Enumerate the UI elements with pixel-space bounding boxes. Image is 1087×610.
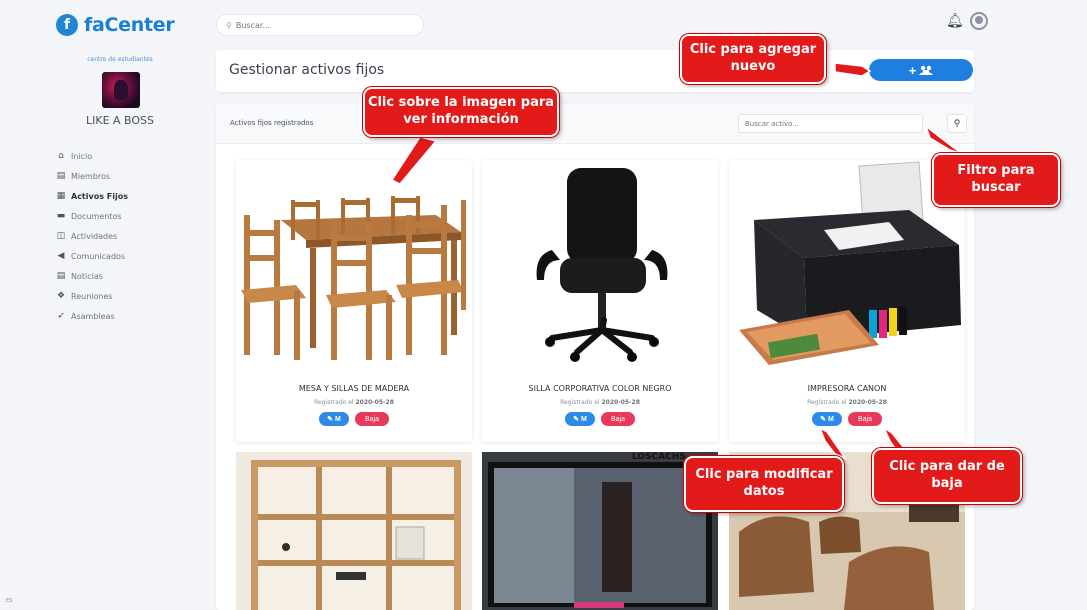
callout-image: Clic sobre la imagen para ver informació… (363, 87, 559, 137)
org-name: LIKE A BOSS (85, 114, 155, 127)
brand-logo[interactable]: f faCenter (56, 14, 175, 36)
home-icon: ⌂ (58, 151, 64, 161)
sidebar: f faCenter centro de estudiantes LIKE A … (40, 0, 200, 610)
filter-search-button[interactable]: ⚲ (947, 114, 967, 133)
sidebar-item-label: Miembros (71, 171, 111, 181)
callout-filter: Filtro para buscar (932, 153, 1060, 207)
activities-icon: ◫ (56, 231, 66, 241)
sidebar-item-comunicados[interactable]: ◀ Comunicados (56, 246, 128, 266)
user-avatar-icon[interactable] (969, 12, 988, 30)
sidebar-nav: ⌂ Inicio ▤ Miembros ▦ Activos Fijos ▬ Docume… (56, 146, 128, 326)
asset-card: MESA Y SILLAS DE MADERA Registrado el 20… (236, 160, 472, 442)
sidebar-item-label: Inicio (71, 151, 93, 161)
sidebar-item-inicio[interactable]: ⌂ Inicio (56, 146, 128, 166)
search-icon: ⚲ (226, 20, 232, 30)
edit-asset-button[interactable]: ✎ M (319, 412, 349, 426)
page-header: Gestionar activos fijos (216, 50, 974, 92)
asset-name: IMPRESORA CANON (807, 384, 887, 393)
org-avatar[interactable] (102, 72, 140, 108)
announcements-icon: ◀ (57, 251, 65, 261)
asset-date: Registrado el 2020-05-28 (314, 399, 394, 406)
global-search-input[interactable] (235, 20, 406, 30)
members-icon: ▤ (56, 171, 66, 181)
sidebar-item-asambleas[interactable]: ➶ Asambleas (56, 306, 128, 326)
assemblies-icon: ➶ (57, 311, 65, 321)
assets-panel-header: Activos fijos registrados ⚲ (216, 104, 974, 144)
meetings-icon: ❖ (56, 291, 66, 301)
asset-card: IMPRESORA CANON Registrado el 2020-05-28… (729, 160, 965, 442)
corner-text: ES (6, 598, 13, 604)
sidebar-item-miembros[interactable]: ▤ Miembros (56, 166, 128, 186)
sidebar-item-noticias[interactable]: ▤ Noticias (56, 266, 128, 286)
assets-panel-title: Activos fijos registrados (230, 119, 314, 127)
documents-icon: ▬ (56, 211, 66, 221)
asset-filter-input[interactable] (738, 114, 923, 133)
news-icon: ▤ (56, 271, 66, 281)
org-subtitle: centro de estudiantes (87, 56, 153, 63)
app-window: f faCenter centro de estudiantes LIKE A … (0, 0, 1087, 610)
asset-image-tv[interactable]: LOSCACHS (482, 452, 718, 610)
delete-asset-button[interactable]: Baja (848, 412, 882, 426)
photo-text: LOSCACHS (632, 452, 686, 462)
edit-icon: ✎ (820, 416, 827, 423)
asset-date: Registrado el 2020-05-28 (807, 399, 887, 406)
add-asset-button[interactable]: + (869, 59, 973, 81)
callout-edit: Clic para modificar datos (684, 456, 844, 512)
sidebar-item-label: Documentos (71, 211, 122, 221)
edit-asset-button[interactable]: ✎ M (565, 412, 595, 426)
asset-actions: ✎ M Baja (729, 412, 965, 426)
page-title: Gestionar activos fijos (229, 62, 385, 78)
callout-add: Clic para agregar nuevo (680, 34, 826, 84)
sidebar-item-label: Actividades (71, 231, 118, 241)
asset-date: Registrado el 2020-05-28 (560, 399, 640, 406)
sidebar-item-label: Activos Fijos (71, 191, 128, 201)
asset-actions: ✎ M Baja (236, 412, 472, 426)
facebook-logo-icon: f (56, 14, 78, 36)
asset-card: SILLA CORPORATIVA COLOR NEGRO Registrado… (482, 160, 718, 442)
users-icon (919, 65, 934, 75)
search-icon: ⚲ (953, 118, 961, 128)
sidebar-item-label: Comunicados (71, 251, 126, 261)
add-label: + (908, 62, 917, 78)
asset-image-office-chair[interactable] (482, 160, 718, 375)
asset-image-printer[interactable] (729, 160, 965, 375)
sidebar-item-actividades[interactable]: ◫ Actividades (56, 226, 128, 246)
asset-image-table-chairs[interactable] (236, 160, 472, 375)
top-icons: 🔔︎ (946, 12, 988, 30)
assets-icon: ▦ (56, 191, 66, 201)
sidebar-item-reuniones[interactable]: ❖ Reuniones (56, 286, 128, 306)
asset-name: MESA Y SILLAS DE MADERA (298, 384, 410, 393)
asset-image-shelf[interactable] (236, 452, 472, 610)
edit-icon: ✎ (573, 416, 580, 423)
bell-icon[interactable]: 🔔︎ (946, 13, 964, 29)
global-search[interactable]: ⚲ (216, 14, 424, 36)
edit-icon: ✎ (327, 416, 334, 423)
sidebar-item-documentos[interactable]: ▬ Documentos (56, 206, 128, 226)
delete-asset-button[interactable]: Baja (355, 412, 389, 426)
asset-actions: ✎ M Baja (482, 412, 718, 426)
sidebar-item-activos-fijos[interactable]: ▦ Activos Fijos (56, 186, 128, 206)
sidebar-item-label: Noticias (71, 271, 103, 281)
delete-asset-button[interactable]: Baja (601, 412, 635, 426)
brand-name: faCenter (84, 14, 175, 36)
edit-asset-button[interactable]: ✎ M (812, 412, 842, 426)
callout-delete: Clic para dar de baja (872, 448, 1022, 504)
asset-name: SILLA CORPORATIVA COLOR NEGRO (528, 384, 672, 393)
sidebar-item-label: Reuniones (71, 291, 113, 301)
sidebar-item-label: Asambleas (71, 311, 115, 321)
